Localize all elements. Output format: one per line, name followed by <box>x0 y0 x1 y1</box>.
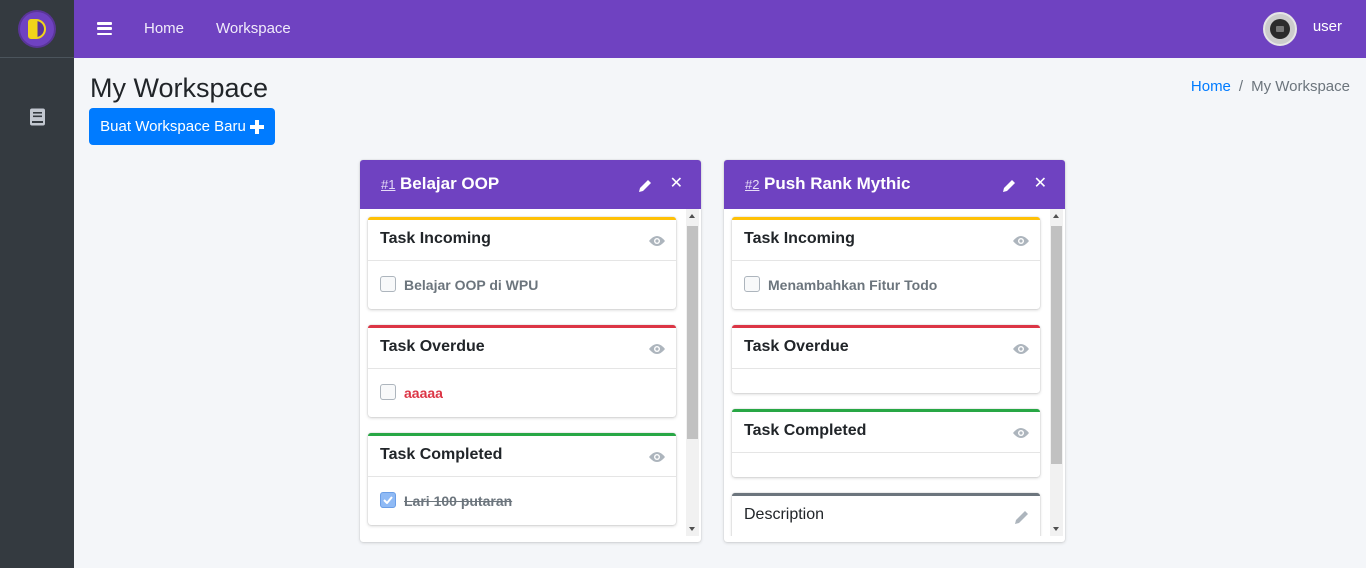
nav-link-workspace[interactable]: Workspace <box>216 20 291 37</box>
task-incoming-title: Task Incoming <box>380 230 491 247</box>
breadcrumb: Home / My Workspace <box>1190 78 1350 95</box>
hamburger-icon[interactable] <box>97 22 112 36</box>
task-checkbox-checked[interactable] <box>380 492 396 508</box>
task-incoming-card: Task Incoming Belajar OOP di WPU <box>368 217 676 309</box>
description-card: Description <box>732 493 1040 536</box>
description-title: Description <box>744 506 825 523</box>
task-incoming-card: Task Incoming Menambahkan Fitur Todo <box>732 217 1040 309</box>
scrollbar[interactable] <box>686 209 699 536</box>
eye-icon[interactable] <box>649 451 665 463</box>
plus-icon <box>249 119 264 134</box>
eye-icon[interactable] <box>1013 235 1029 247</box>
workspace-title: Push Rank Mythic <box>764 174 911 193</box>
task-completed-title: Task Completed <box>380 446 503 463</box>
user-name[interactable]: user <box>1313 18 1342 35</box>
task-overdue-card: Task Overdue <box>732 325 1040 393</box>
task-checkbox[interactable] <box>744 276 760 292</box>
sidebar <box>0 0 74 568</box>
task-overdue-card: Task Overdue aaaaa <box>368 325 676 417</box>
brand-logo-icon[interactable] <box>20 11 54 46</box>
workspace-card: #2 Push Rank Mythic ✕ Task Incoming Mena… <box>724 160 1065 542</box>
task-overdue-title: Task Overdue <box>380 338 485 355</box>
task-list-empty <box>732 369 1040 393</box>
eye-icon[interactable] <box>649 343 665 355</box>
eye-icon[interactable] <box>1013 427 1029 439</box>
task-item: Lari 100 putaran <box>404 493 513 509</box>
eye-icon[interactable] <box>1013 343 1029 355</box>
top-navbar: Home Workspace user <box>74 0 1366 58</box>
close-icon[interactable]: ✕ <box>670 176 683 192</box>
task-item: Menambahkan Fitur Todo <box>768 277 938 293</box>
workspace-title: Belajar OOP <box>400 174 500 193</box>
new-workspace-label: Buat Workspace Baru <box>100 118 246 135</box>
workspace-body[interactable]: Task Incoming Menambahkan Fitur Todo Tas… <box>724 209 1065 536</box>
task-completed-title: Task Completed <box>744 422 867 439</box>
task-list-empty <box>732 453 1040 477</box>
scrollbar[interactable] <box>1050 209 1063 536</box>
task-item: aaaaa <box>404 385 443 401</box>
task-checkbox[interactable] <box>380 384 396 400</box>
breadcrumb-current: My Workspace <box>1251 78 1350 95</box>
task-completed-card: Task Completed <box>732 409 1040 477</box>
new-workspace-button[interactable]: Buat Workspace Baru <box>89 108 275 145</box>
page-title: My Workspace <box>90 73 269 103</box>
close-icon[interactable]: ✕ <box>1034 176 1047 192</box>
avatar[interactable] <box>1263 12 1297 46</box>
nav-link-home[interactable]: Home <box>144 20 184 37</box>
eye-icon[interactable] <box>649 235 665 247</box>
pencil-icon[interactable] <box>1003 179 1016 192</box>
workspace-header: #2 Push Rank Mythic ✕ <box>724 160 1065 209</box>
brand[interactable] <box>0 0 74 58</box>
workspace-body[interactable]: Task Incoming Belajar OOP di WPU Task Ov… <box>360 209 701 536</box>
book-icon[interactable] <box>29 108 46 126</box>
workspace-card: #1 Belajar OOP ✕ Task Incoming Belajar O… <box>360 160 701 542</box>
workspace-header: #1 Belajar OOP ✕ <box>360 160 701 209</box>
task-completed-card: Task Completed Lari 100 putaran <box>368 433 676 525</box>
task-item: Belajar OOP di WPU <box>404 277 539 293</box>
breadcrumb-home[interactable]: Home <box>1191 78 1231 95</box>
task-incoming-title: Task Incoming <box>744 230 855 247</box>
check-icon <box>383 496 393 504</box>
workspace-number[interactable]: #1 <box>381 177 395 192</box>
workspace-number[interactable]: #2 <box>745 177 759 192</box>
task-overdue-title: Task Overdue <box>744 338 849 355</box>
task-checkbox[interactable] <box>380 276 396 292</box>
pencil-icon[interactable] <box>1015 510 1029 524</box>
pencil-icon[interactable] <box>639 179 652 192</box>
